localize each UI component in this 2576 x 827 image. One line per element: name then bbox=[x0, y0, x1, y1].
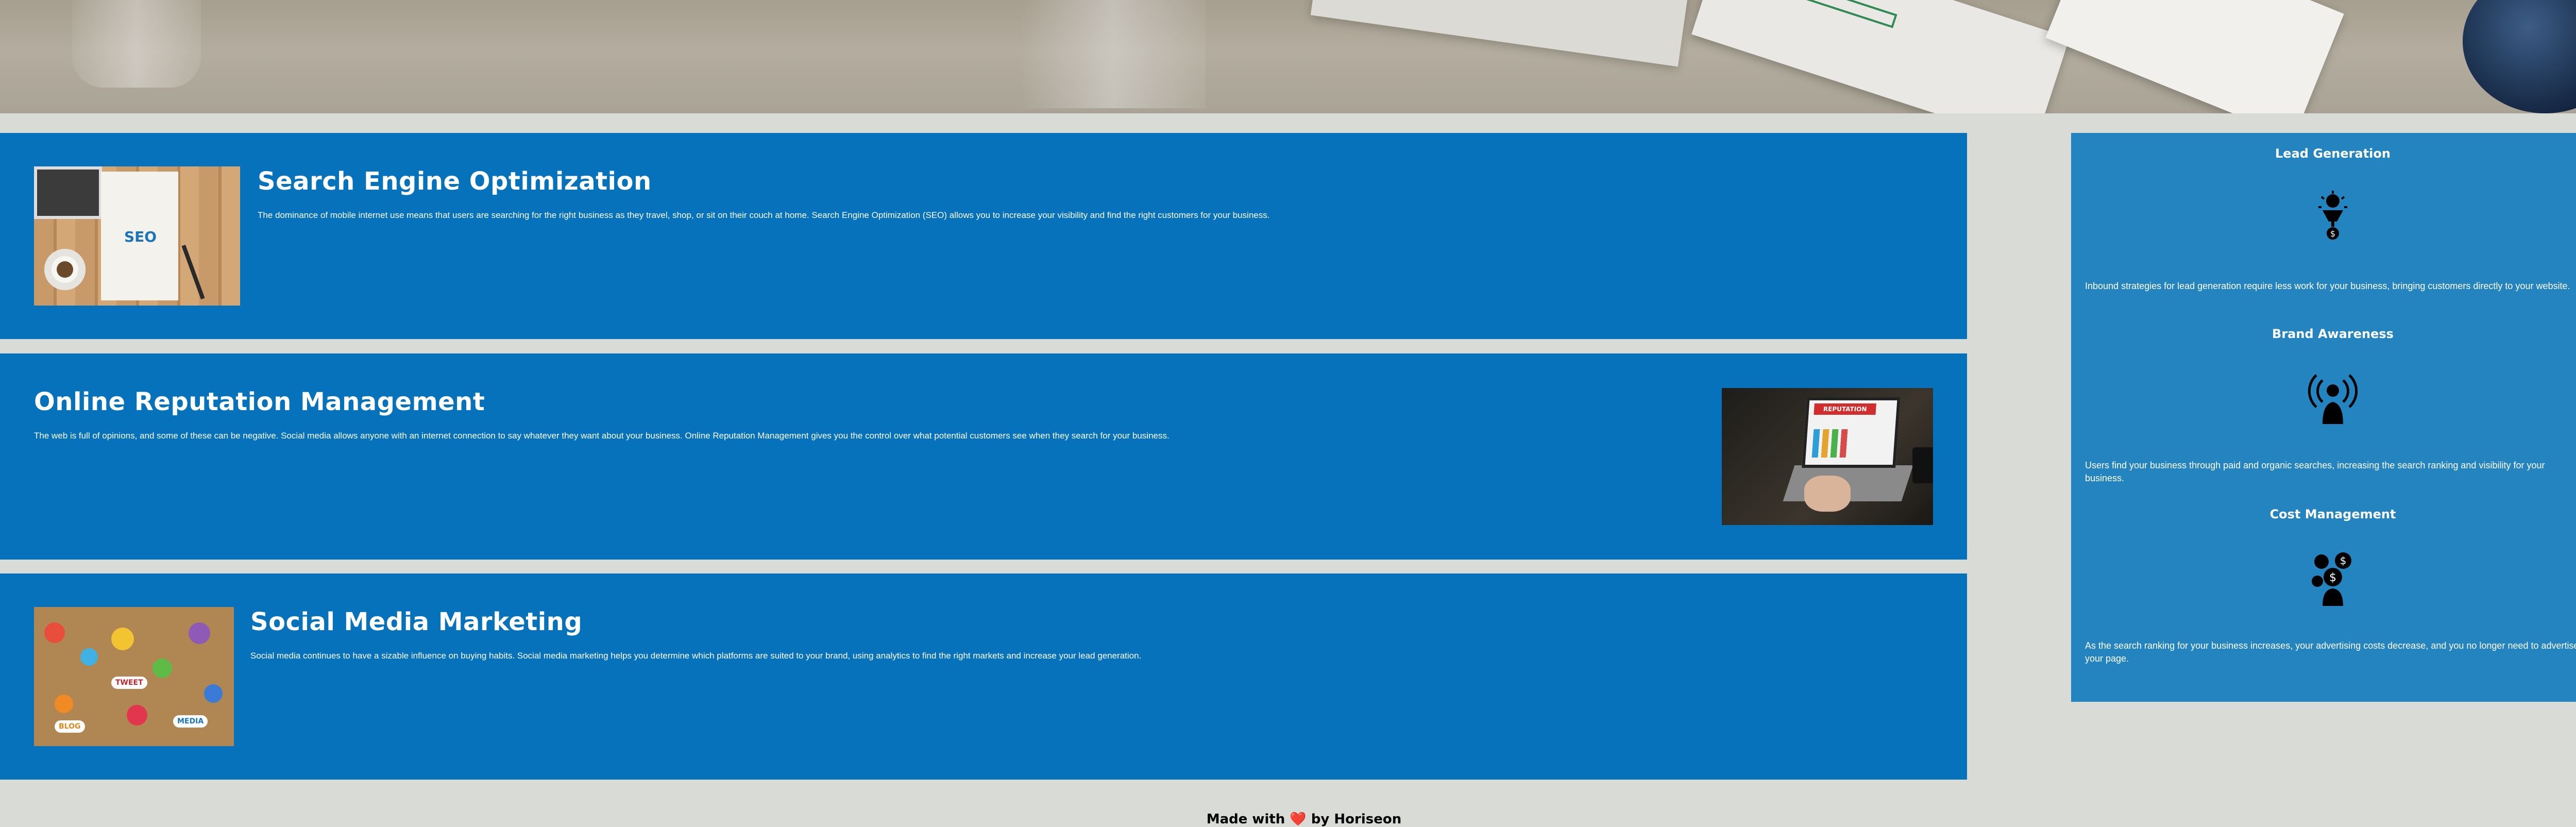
benefit-description: As the search ranking for your business … bbox=[2085, 640, 2576, 664]
svg-text:$: $ bbox=[2329, 571, 2336, 584]
benefits-sidebar: Lead Generation $ Inbound strategies for… bbox=[2071, 133, 2576, 702]
service-title: Search Engine Optimization bbox=[258, 167, 652, 196]
footer-prefix: Made with bbox=[1206, 812, 1285, 827]
paper-shape bbox=[2045, 0, 2344, 113]
social-media-collage-photo: TWEET MEDIA BLOG bbox=[34, 607, 234, 746]
service-description: Social media continues to have a sizable… bbox=[250, 651, 1142, 661]
benefit-description: Inbound strategies for lead generation r… bbox=[2085, 281, 2570, 291]
service-description: The web is full of opinions, and some of… bbox=[34, 431, 1170, 441]
reputation-laptop-photo: REPUTATION bbox=[1722, 388, 1933, 525]
service-title: Social Media Marketing bbox=[250, 607, 583, 636]
footer-suffix: by Horiseon bbox=[1311, 812, 1402, 827]
seo-photo: SEO bbox=[34, 166, 240, 306]
benefit-title: Lead Generation bbox=[2275, 146, 2391, 161]
svg-text:$: $ bbox=[2340, 554, 2347, 567]
paper-shape bbox=[1691, 0, 2070, 113]
paper-shape bbox=[1310, 0, 1688, 67]
glass-shape bbox=[1020, 0, 1206, 108]
service-card-smm: TWEET MEDIA BLOG Social Media Marketing … bbox=[0, 573, 1967, 780]
service-card-seo: SEO Search Engine Optimization The domin… bbox=[0, 133, 1967, 339]
benefit-description: Users find your business through paid an… bbox=[2085, 460, 2545, 483]
sleeve-shape bbox=[2463, 0, 2576, 113]
benefit-title: Cost Management bbox=[2269, 507, 2396, 521]
glass-shape bbox=[72, 0, 201, 88]
service-card-orm: Online Reputation Management The web is … bbox=[0, 353, 1967, 560]
service-title: Online Reputation Management bbox=[34, 387, 485, 416]
footer: Made with ❤️ by Horiseon bbox=[0, 812, 2576, 827]
brand-awareness-icon bbox=[2308, 374, 2358, 424]
svg-text:$: $ bbox=[2330, 229, 2335, 239]
cost-management-icon: $ $ bbox=[2312, 552, 2351, 606]
heart-icon: ❤️ bbox=[1290, 812, 1307, 827]
benefit-title: Brand Awareness bbox=[2272, 327, 2394, 341]
hero-image bbox=[0, 0, 2576, 113]
service-description: The dominance of mobile internet use mea… bbox=[258, 210, 1270, 220]
lead-generation-icon: $ bbox=[2318, 191, 2347, 240]
